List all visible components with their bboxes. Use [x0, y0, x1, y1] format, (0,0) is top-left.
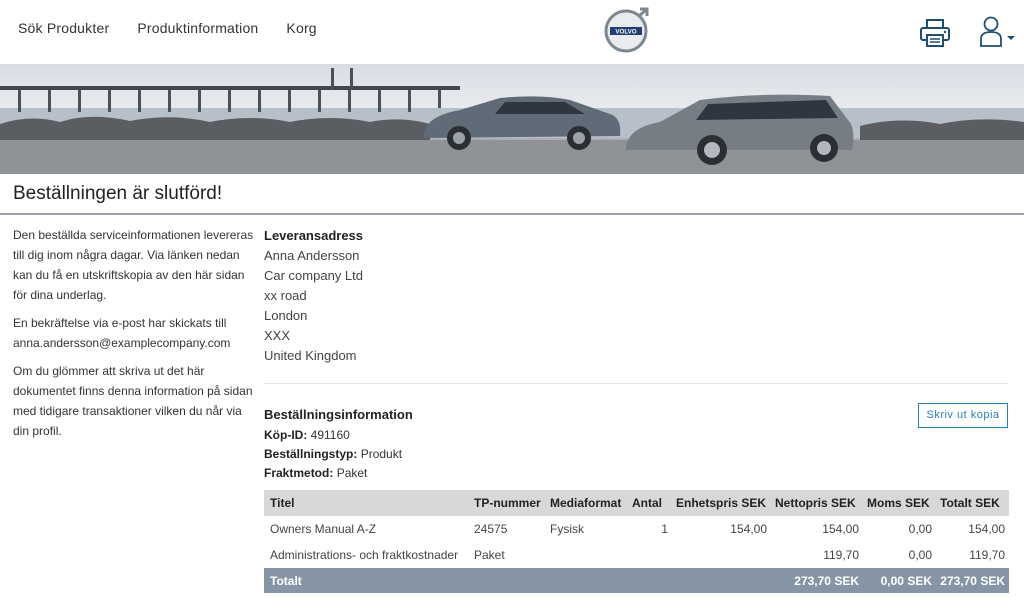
table-cell: 154,00 — [822, 522, 859, 536]
top-bar: Sök Produkter Produktinformation Korg VO… — [0, 0, 1024, 64]
main-nav: Sök Produkter Produktinformation Korg — [18, 20, 317, 36]
volvo-logo[interactable]: VOLVO — [603, 6, 651, 54]
address-line: Anna Andersson — [264, 248, 360, 263]
address-line: XXX — [264, 328, 291, 343]
total-label: Totalt — [264, 568, 470, 593]
table-cell — [546, 542, 628, 568]
table-cell: Paket — [474, 548, 505, 562]
intro-paragraph-history: Om du glömmer att skriva ut det här doku… — [13, 364, 253, 438]
table-cell — [672, 568, 771, 593]
address-line: Car company Ltd — [264, 268, 363, 283]
address-line: xx road — [264, 288, 307, 303]
shipping-method-value: Paket — [336, 466, 368, 480]
printer-icon — [920, 19, 950, 47]
shipping-method-row: Fraktmetod: Paket — [264, 466, 368, 480]
title-divider — [0, 213, 1024, 215]
table-cell — [546, 568, 628, 593]
order-table: Titel TP-nummer Mediaformat Antal Enhets… — [264, 490, 1009, 593]
total-net-price: 273,70 SEK — [771, 568, 863, 593]
table-cell: 119,70 — [823, 548, 859, 562]
table-cell: 0,00 — [908, 522, 932, 536]
user-profile-button[interactable] — [978, 15, 1018, 49]
order-type-row: Beställningstyp: Produkt — [264, 447, 403, 461]
chevron-down-icon — [1007, 36, 1015, 40]
table-header-row: Titel TP-nummer Mediaformat Antal Enhets… — [264, 490, 1009, 516]
nav-item-produktinformation[interactable]: Produktinformation — [137, 20, 258, 36]
order-id-value: 491160 — [310, 428, 350, 442]
delivery-address: Leveransadress Anna Andersson Car compan… — [264, 226, 363, 366]
intro-text: Den beställda serviceinformationen lever… — [13, 225, 258, 449]
column-header: Mediaformat — [546, 490, 628, 516]
table-cell: Administrations- och fraktkostnader — [270, 548, 459, 562]
column-header: Totalt SEK — [936, 490, 1009, 516]
page-title: Beställningen är slutförd! — [13, 183, 223, 204]
table-cell — [628, 542, 672, 568]
table-cell: 0,00 — [908, 548, 932, 562]
table-cell: 24575 — [474, 522, 508, 536]
hero-image — [0, 68, 1024, 174]
address-line: London — [264, 308, 308, 323]
nav-item-sok-produkter[interactable]: Sök Produkter — [18, 20, 109, 36]
delivery-address-heading: Leveransadress — [264, 228, 364, 243]
section-divider — [264, 383, 1008, 384]
table-cell: Fysisk — [550, 522, 584, 536]
total-vat: 0,00 SEK — [863, 568, 936, 593]
total-sum: 273,70 SEK — [936, 568, 1009, 593]
table-cell: 154,00 — [968, 522, 1005, 536]
column-header: Enhetspris SEK — [672, 490, 771, 516]
table-total-row: Totalt 273,70 SEK 0,00 SEK 273,70 SEK — [264, 568, 1009, 593]
column-header: Nettopris SEK — [771, 490, 863, 516]
address-line: United Kingdom — [264, 348, 357, 363]
table-row: Owners Manual A-Z 24575 Fysisk 1 154,00 … — [264, 516, 1009, 542]
table-cell: 154,00 — [730, 522, 767, 536]
order-id-row: Köp-ID: 491160 — [264, 428, 350, 442]
column-header: Antal — [628, 490, 672, 516]
table-cell — [672, 542, 771, 568]
hero-banner — [0, 64, 1024, 174]
column-header: TP-nummer — [470, 490, 546, 516]
table-row: Administrations- och fraktkostnader Pake… — [264, 542, 1009, 568]
order-type-value: Produkt — [360, 447, 403, 461]
table-cell: 119,70 — [969, 548, 1005, 562]
column-header: Moms SEK — [863, 490, 936, 516]
intro-paragraph-delivery: Den beställda serviceinformationen lever… — [13, 228, 254, 302]
table-cell: 1 — [661, 522, 668, 536]
print-button[interactable] — [919, 18, 951, 48]
nav-item-korg[interactable]: Korg — [286, 20, 316, 36]
column-header: Titel — [264, 490, 470, 516]
table-cell — [628, 568, 672, 593]
table-cell: Owners Manual A-Z — [270, 522, 377, 536]
user-icon — [980, 16, 1002, 47]
order-information-heading: Beställningsinformation — [264, 407, 413, 422]
print-copy-button[interactable]: Skriv ut kopia — [918, 403, 1008, 428]
order-information: Beställningsinformation Köp-ID: 491160 B… — [264, 405, 413, 483]
intro-paragraph-email: En bekräftelse via e-post har skickats t… — [13, 316, 231, 350]
svg-text:VOLVO: VOLVO — [615, 29, 636, 36]
table-cell — [470, 568, 546, 593]
